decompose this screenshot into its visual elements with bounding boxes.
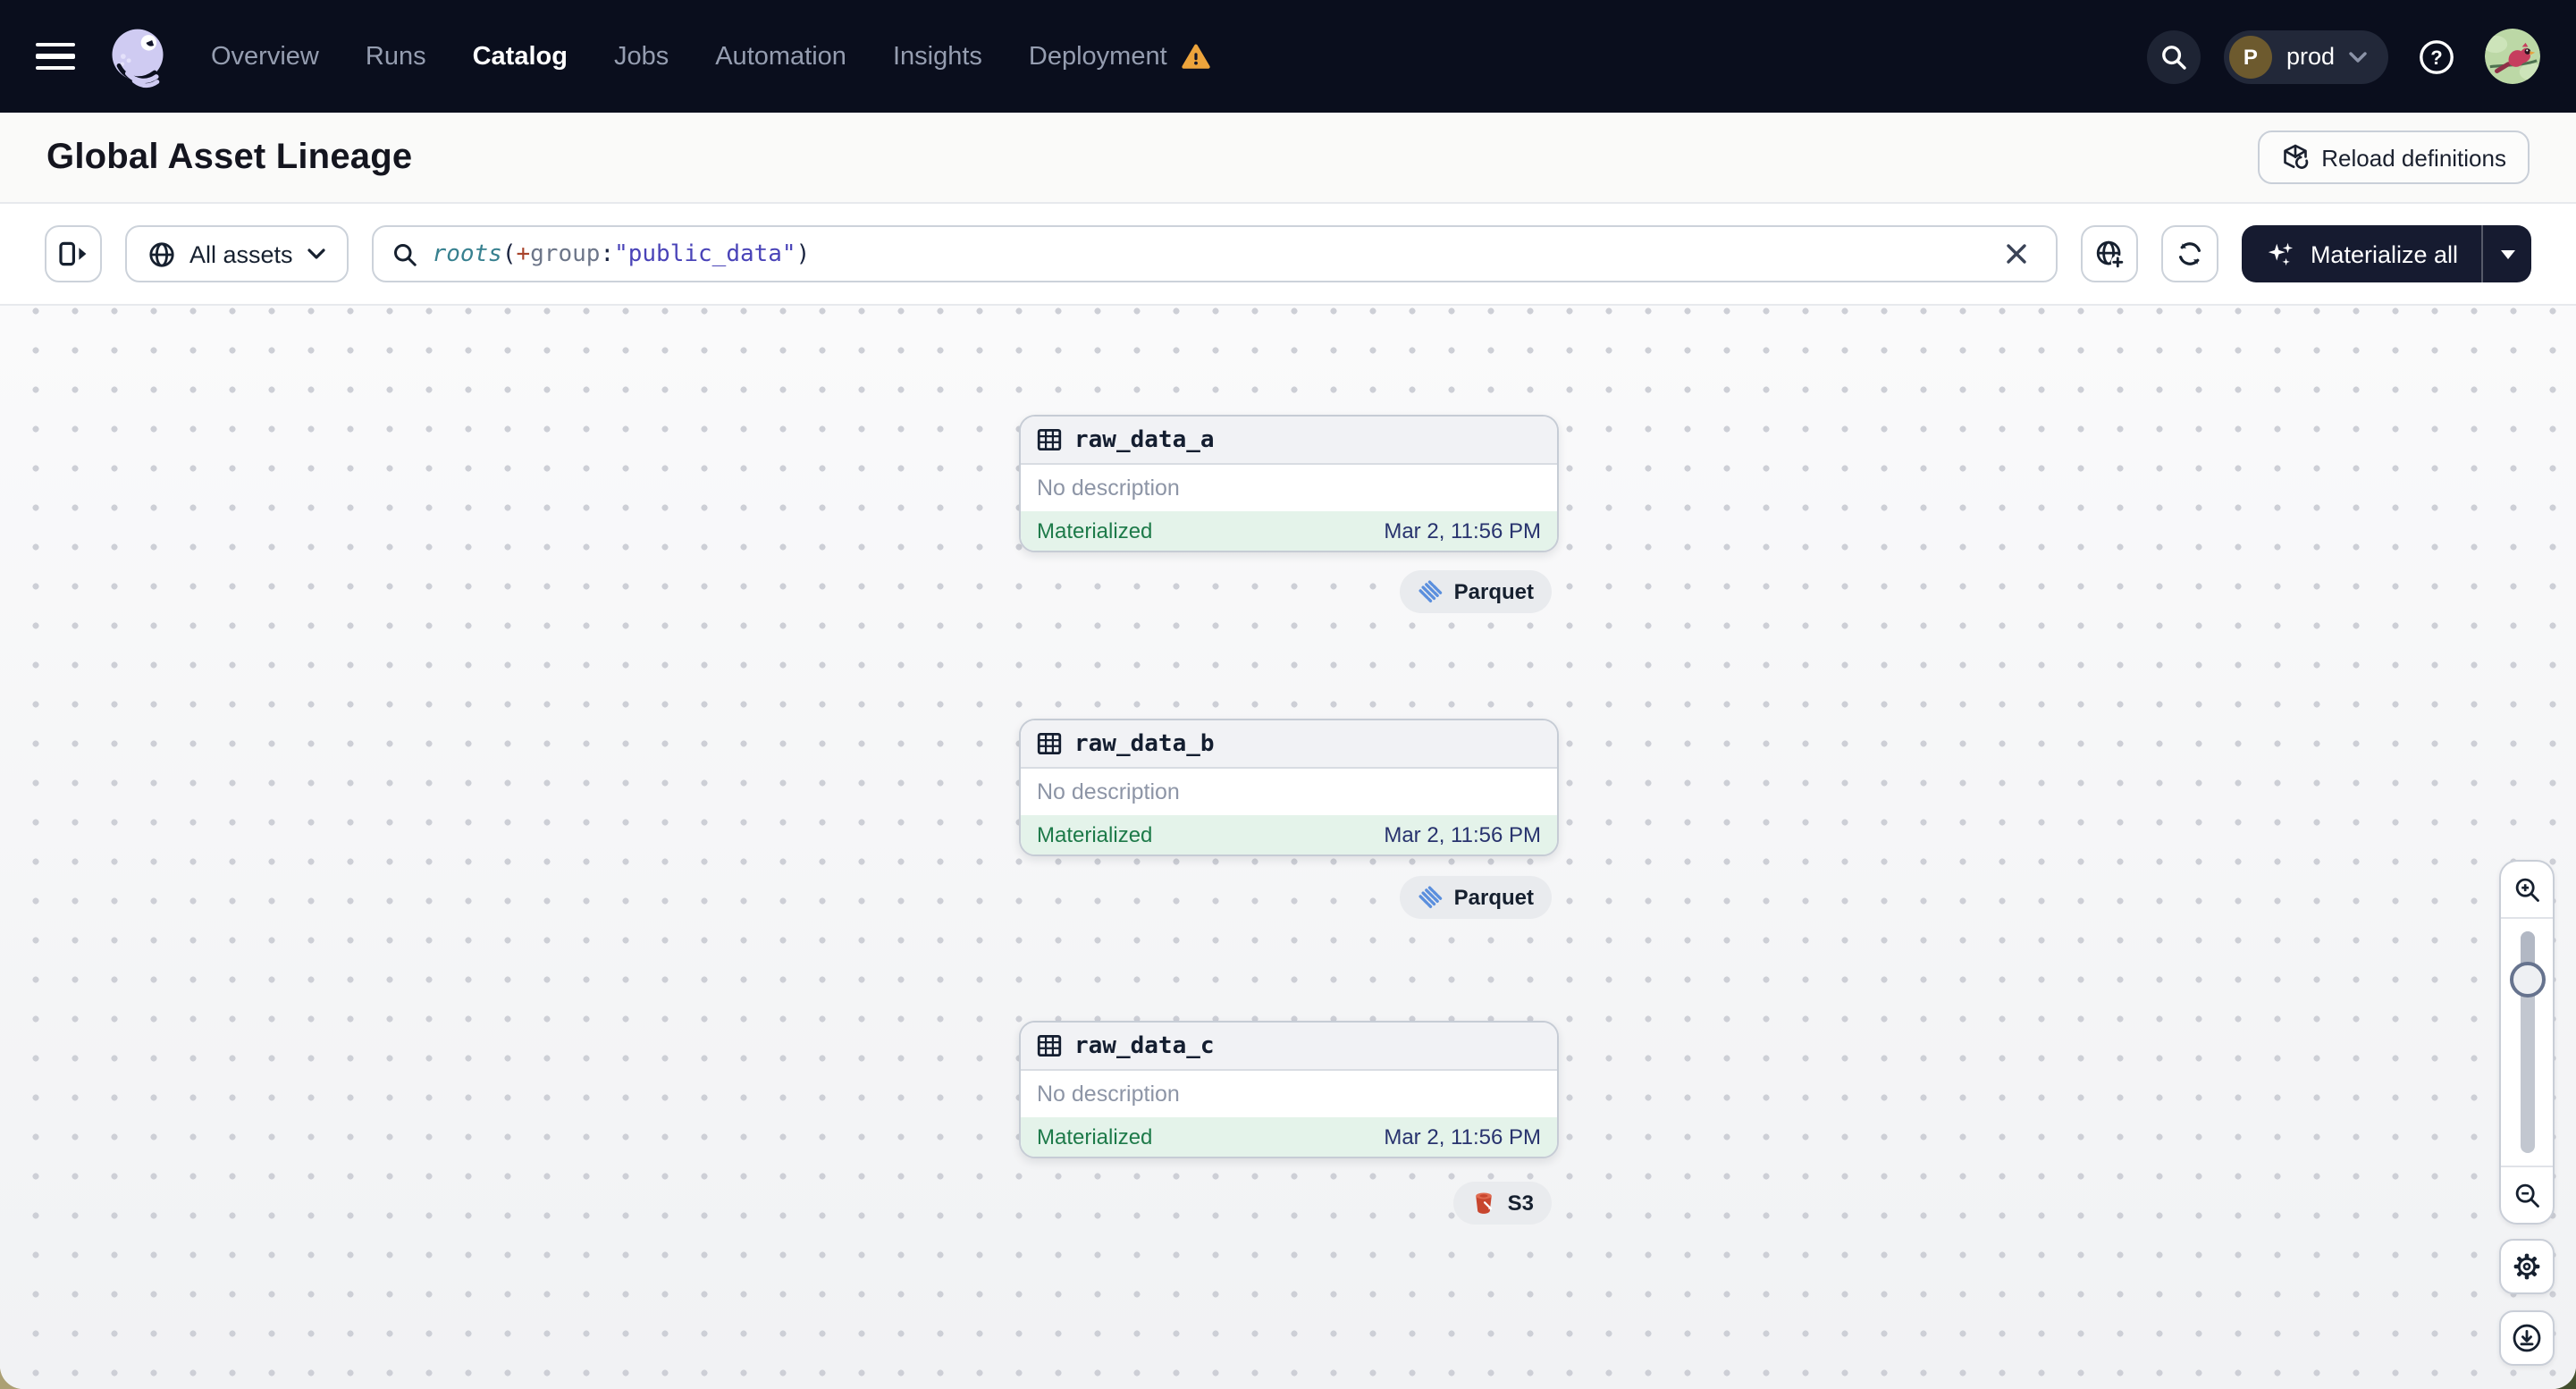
parquet-icon bbox=[1418, 885, 1444, 910]
asset-node-header: raw_data_b bbox=[1021, 720, 1557, 769]
table-icon bbox=[1037, 427, 1062, 452]
warning-icon bbox=[1182, 42, 1210, 71]
chevron-down-icon bbox=[307, 248, 325, 259]
title-bar: Global Asset Lineage Reload definitions bbox=[0, 113, 2576, 204]
nav-item-catalog[interactable]: Catalog bbox=[473, 42, 568, 71]
dagster-logo[interactable] bbox=[104, 22, 172, 90]
asset-selection-input[interactable]: roots(+group:"public_data") bbox=[371, 225, 2058, 282]
environment-avatar: P bbox=[2228, 35, 2272, 78]
zoom-slider-handle[interactable] bbox=[2509, 962, 2545, 998]
refresh-icon bbox=[2176, 240, 2205, 268]
asset-status-row: Materialized Mar 2, 11:56 PM bbox=[1021, 511, 1557, 551]
asset-scope-label: All assets bbox=[189, 240, 293, 267]
lineage-toolbar: All assets roots(+group:"public_data") M… bbox=[0, 204, 2576, 306]
table-icon bbox=[1037, 731, 1062, 756]
search-icon[interactable] bbox=[2146, 29, 2201, 83]
asset-node-raw-data-a[interactable]: raw_data_a No description Materialized M… bbox=[1019, 415, 1559, 552]
dagster-app: Overview Runs Catalog Jobs Automation In… bbox=[0, 0, 2576, 1389]
asset-node-header: raw_data_c bbox=[1021, 1023, 1557, 1071]
lineage-canvas[interactable]: raw_data_a No description Materialized M… bbox=[0, 306, 2576, 1389]
zoom-out-icon bbox=[2513, 1181, 2541, 1209]
materialize-all-button[interactable]: Materialize all bbox=[2243, 225, 2481, 282]
clear-search-icon[interactable] bbox=[1996, 232, 2039, 275]
asset-name: raw_data_c bbox=[1074, 1032, 1215, 1059]
materialization-timestamp[interactable]: Mar 2, 11:56 PM bbox=[1384, 518, 1541, 543]
chevron-down-icon bbox=[2349, 51, 2367, 62]
materialization-timestamp[interactable]: Mar 2, 11:56 PM bbox=[1384, 1124, 1541, 1149]
status-badge: Materialized bbox=[1037, 822, 1153, 847]
asset-scope-dropdown[interactable]: All assets bbox=[125, 225, 349, 282]
nav-item-automation[interactable]: Automation bbox=[715, 42, 846, 71]
kind-tag-label: S3 bbox=[1507, 1191, 1534, 1216]
materialize-all-split-button: Materialize all bbox=[2242, 225, 2531, 282]
asset-status-row: Materialized Mar 2, 11:56 PM bbox=[1021, 1117, 1557, 1157]
query-text: roots(+group:"public_data") bbox=[432, 240, 811, 267]
globe-add-icon bbox=[2095, 239, 2126, 269]
nav-item-insights[interactable]: Insights bbox=[893, 42, 982, 71]
status-badge: Materialized bbox=[1037, 518, 1153, 543]
expand-panel-button[interactable] bbox=[45, 225, 102, 282]
user-avatar[interactable] bbox=[2485, 29, 2540, 84]
globe-icon bbox=[148, 240, 175, 267]
graph-settings-button[interactable] bbox=[2499, 1239, 2555, 1294]
zoom-out-button[interactable] bbox=[2501, 1167, 2553, 1223]
hamburger-menu-icon[interactable] bbox=[36, 42, 75, 71]
refresh-button[interactable] bbox=[2161, 225, 2219, 282]
environment-name: prod bbox=[2286, 43, 2335, 70]
materialize-options-caret[interactable] bbox=[2483, 225, 2531, 282]
asset-status-row: Materialized Mar 2, 11:56 PM bbox=[1021, 815, 1557, 854]
materialize-all-label: Materialize all bbox=[2310, 240, 2458, 267]
asset-node-raw-data-c[interactable]: raw_data_c No description Materialized M… bbox=[1019, 1021, 1559, 1158]
kind-tag-label: Parquet bbox=[1453, 885, 1534, 910]
s3-icon bbox=[1472, 1191, 1497, 1216]
environment-switcher[interactable]: P prod bbox=[2223, 29, 2388, 83]
caret-down-icon bbox=[2500, 249, 2514, 258]
download-graph-button[interactable] bbox=[2499, 1310, 2555, 1366]
reload-definitions-label: Reload definitions bbox=[2321, 144, 2506, 171]
zoom-slider[interactable] bbox=[2501, 917, 2553, 1167]
nav-right: P prod ? bbox=[2146, 29, 2540, 84]
asset-node-raw-data-b[interactable]: raw_data_b No description Materialized M… bbox=[1019, 719, 1559, 856]
asset-description: No description bbox=[1021, 1071, 1557, 1117]
kind-tag-s3[interactable]: S3 bbox=[1453, 1182, 1552, 1225]
asset-name: raw_data_b bbox=[1074, 730, 1215, 757]
asset-description: No description bbox=[1021, 465, 1557, 511]
status-badge: Materialized bbox=[1037, 1124, 1153, 1149]
svg-text:?: ? bbox=[2430, 46, 2442, 68]
asset-name: raw_data_a bbox=[1074, 426, 1215, 453]
zoom-controls bbox=[2499, 860, 2555, 1225]
asset-description: No description bbox=[1021, 769, 1557, 815]
zoom-in-button[interactable] bbox=[2501, 862, 2553, 917]
screen: Overview Runs Catalog Jobs Automation In… bbox=[0, 0, 2576, 1389]
kind-tag-parquet[interactable]: Parquet bbox=[1400, 570, 1552, 613]
nav-item-overview[interactable]: Overview bbox=[211, 42, 319, 71]
nav-item-jobs[interactable]: Jobs bbox=[614, 42, 669, 71]
download-icon bbox=[2512, 1323, 2542, 1353]
reload-definitions-button[interactable]: Reload definitions bbox=[2257, 130, 2530, 184]
asset-node-header: raw_data_a bbox=[1021, 417, 1557, 465]
zoom-in-icon bbox=[2513, 875, 2541, 904]
nav-item-deployment[interactable]: Deployment bbox=[1029, 42, 1210, 71]
materialization-timestamp[interactable]: Mar 2, 11:56 PM bbox=[1384, 822, 1541, 847]
nav-item-runs[interactable]: Runs bbox=[366, 42, 426, 71]
table-icon bbox=[1037, 1033, 1062, 1058]
gear-icon bbox=[2512, 1251, 2542, 1282]
parquet-icon bbox=[1418, 579, 1444, 604]
nav-links: Overview Runs Catalog Jobs Automation In… bbox=[211, 42, 1210, 71]
help-icon[interactable]: ? bbox=[2412, 31, 2462, 81]
kind-tag-parquet[interactable]: Parquet bbox=[1400, 876, 1552, 919]
top-nav: Overview Runs Catalog Jobs Automation In… bbox=[0, 0, 2576, 113]
panel-expand-icon bbox=[57, 240, 89, 268]
magnifier-icon bbox=[391, 240, 418, 267]
page-title: Global Asset Lineage bbox=[46, 137, 413, 176]
reload-cube-icon bbox=[2280, 143, 2309, 172]
kind-tag-label: Parquet bbox=[1453, 579, 1534, 604]
view-graph-scope-button[interactable] bbox=[2081, 225, 2139, 282]
sparkles-icon bbox=[2266, 239, 2296, 269]
